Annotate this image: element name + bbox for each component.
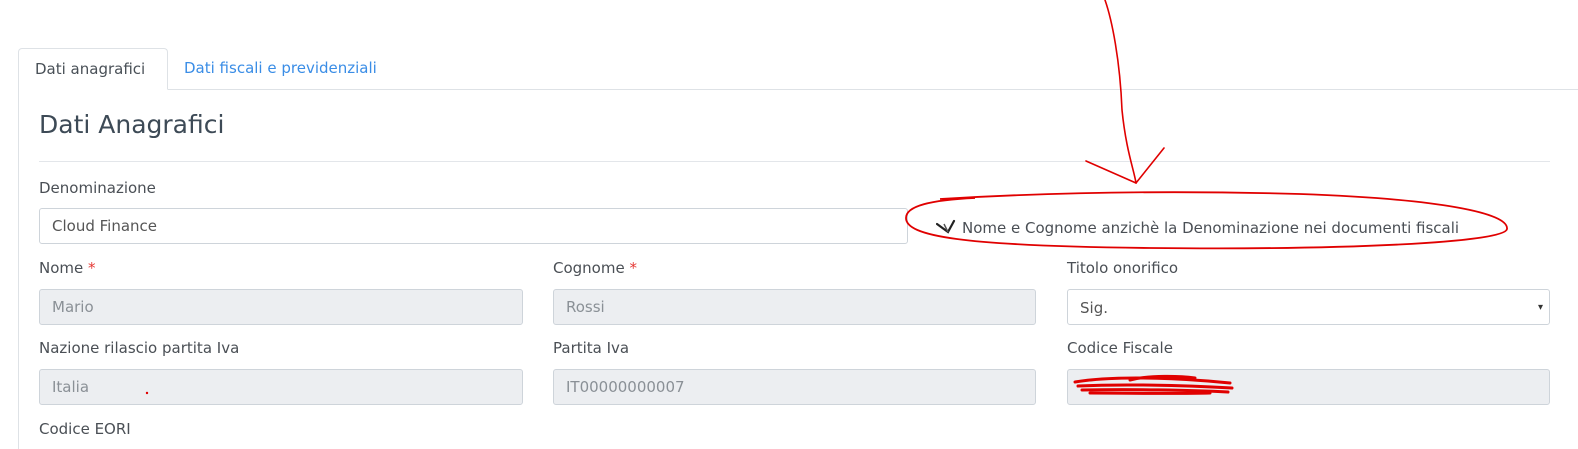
titolo-selected-value: Sig. [1080,299,1108,317]
titolo-label: Titolo onorifico [1067,259,1179,277]
nome-label: Nome * [39,259,96,277]
nazione-label: Nazione rilascio partita Iva [39,339,240,357]
required-mark: * [629,259,637,277]
tab-dati-anagrafici[interactable]: Dati anagrafici [18,48,168,90]
section-title: Dati Anagrafici [39,110,225,139]
codice-fiscale-label: Codice Fiscale [1067,339,1173,357]
nome-input[interactable]: Mario [39,289,523,325]
denominazione-label: Denominazione [39,179,156,197]
partita-iva-label: Partita Iva [553,339,630,357]
cognome-label: Cognome * [553,259,637,277]
titolo-select[interactable]: Sig. ▾ [1067,289,1550,325]
partita-iva-input[interactable]: IT00000000007 [553,369,1036,405]
nome-cognome-checkbox-label: Nome e Cognome anzichè la Denominazione … [962,219,1460,237]
checkmark-icon[interactable] [936,218,958,240]
denominazione-input[interactable]: Cloud Finance [39,208,908,244]
nazione-input[interactable]: Italia [39,369,523,405]
tab-dati-fiscali[interactable]: Dati fiscali e previdenziali [168,48,393,88]
required-mark: * [88,259,96,277]
chevron-down-icon: ▾ [1537,302,1543,313]
tab-bar: Dati anagrafici Dati fiscali e previdenz… [18,48,1578,90]
divider [39,161,1550,162]
cognome-input[interactable]: Rossi [553,289,1036,325]
codice-eori-label: Codice EORI [39,420,131,438]
codice-fiscale-input[interactable] [1067,369,1550,405]
